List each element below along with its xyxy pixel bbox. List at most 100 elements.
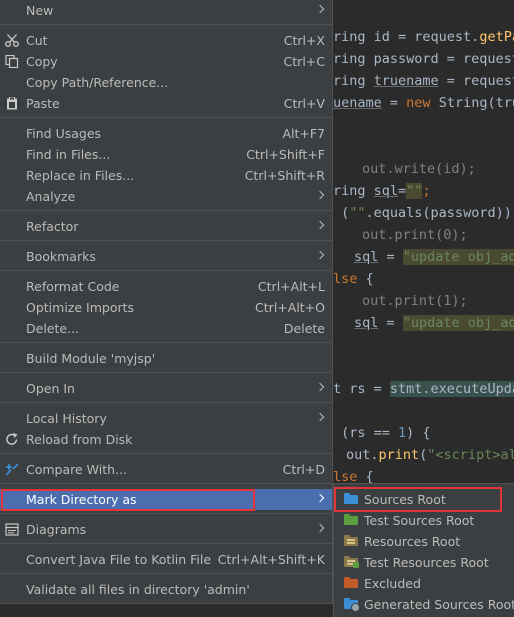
code-line: uename = new String(tru	[333, 95, 514, 111]
menu-item-label: Build Module 'myjsp'	[26, 351, 156, 366]
code-line: t rs = stmt.executeUpda	[333, 379, 514, 399]
code-line: ("".equals(password))	[333, 205, 512, 221]
menu-separator	[0, 543, 332, 544]
menu-separator	[0, 573, 332, 574]
menu-item-copy[interactable]: Copy Ctrl+C	[0, 51, 332, 72]
menu-item-local-history[interactable]: Local History	[0, 408, 332, 429]
code-line: out.write(id);	[362, 161, 476, 177]
code-line: out.print("<script>al	[346, 447, 514, 463]
code-line: (rs == 1) {	[333, 425, 431, 441]
test-sources-folder-icon	[344, 514, 358, 525]
menu-item-label: Diagrams	[26, 522, 87, 537]
menu-item-label: Open In	[26, 381, 75, 396]
menu-item-label: Refactor	[26, 219, 79, 234]
submenu-item-test-sources-root[interactable]: Test Sources Root	[334, 510, 514, 531]
test-resources-folder-icon	[344, 556, 359, 568]
menu-item-build-module[interactable]: Build Module 'myjsp'	[0, 348, 332, 369]
code-line: ring truename = request	[333, 73, 514, 89]
menu-item-label: Analyze	[26, 189, 76, 204]
menu-item-label: Local History	[26, 411, 107, 426]
menu-item-delete[interactable]: Delete... Delete	[0, 318, 332, 339]
code-line: ring id = request.getPa	[333, 29, 514, 45]
menu-item-bookmarks[interactable]: Bookmarks	[0, 246, 332, 267]
menu-item-shortcut: Ctrl+D	[282, 462, 325, 477]
menu-separator	[0, 372, 332, 373]
menu-item-shortcut: Alt+F7	[282, 126, 325, 141]
menu-item-analyze[interactable]: Analyze	[0, 186, 332, 207]
submenu-item-label: Excluded	[364, 576, 421, 591]
highlight-box	[1, 489, 255, 511]
menu-item-shortcut: Ctrl+Alt+L	[257, 279, 325, 294]
chevron-right-icon	[315, 493, 325, 503]
submenu-item-label: Test Sources Root	[364, 513, 475, 528]
code-line: sql = "update obj_ad	[354, 247, 514, 267]
menu-item-optimize-imports[interactable]: Optimize Imports Ctrl+Alt+O	[0, 297, 332, 318]
menu-item-reload-from-disk[interactable]: Reload from Disk	[0, 429, 332, 450]
menu-item-cut[interactable]: Cut Ctrl+X	[0, 30, 332, 51]
chevron-right-icon	[315, 523, 325, 533]
submenu-item-resources-root[interactable]: Resources Root	[334, 531, 514, 552]
menu-item-convert-java-to-kotlin[interactable]: Convert Java File to Kotlin File Ctrl+Al…	[0, 549, 332, 570]
menu-item-label: Paste	[26, 96, 60, 111]
menu-item-label: Find Usages	[26, 126, 102, 141]
menu-item-shortcut: Ctrl+Alt+O	[255, 300, 325, 315]
submenu-item-label: Resources Root	[364, 534, 461, 549]
menu-item-shortcut: Ctrl+V	[283, 96, 325, 111]
reload-icon	[6, 433, 18, 445]
menu-item-reformat-code[interactable]: Reformat Code Ctrl+Alt+L	[0, 276, 332, 297]
menu-item-shortcut: Ctrl+Shift+F	[246, 147, 325, 162]
menu-separator	[0, 240, 332, 241]
menu-item-open-in[interactable]: Open In	[0, 378, 332, 399]
menu-item-shortcut: Ctrl+C	[283, 54, 325, 69]
excluded-folder-icon	[344, 577, 358, 588]
menu-item-label: Replace in Files...	[26, 168, 135, 183]
chevron-right-icon	[315, 220, 325, 230]
menu-item-validate-all[interactable]: Validate all files in directory 'admin'	[0, 579, 332, 600]
resources-folder-icon	[344, 535, 358, 546]
chevron-right-icon	[315, 412, 325, 422]
submenu-item-label: Test Resources Root	[364, 555, 489, 570]
menu-item-label: Copy	[26, 54, 58, 69]
menu-item-copy-path[interactable]: Copy Path/Reference...	[0, 72, 332, 93]
menu-item-diagrams[interactable]: Diagrams	[0, 519, 332, 540]
scissors-icon	[5, 34, 19, 47]
menu-item-label: Cut	[26, 33, 48, 48]
chevron-right-icon	[315, 382, 325, 392]
menu-separator	[0, 24, 332, 25]
menu-item-replace-in-files[interactable]: Replace in Files... Ctrl+Shift+R	[0, 165, 332, 186]
menu-item-label: New	[26, 3, 54, 18]
menu-item-find-in-files[interactable]: Find in Files... Ctrl+Shift+F	[0, 144, 332, 165]
menu-item-compare-with[interactable]: Compare With... Ctrl+D	[0, 459, 332, 480]
chevron-right-icon	[315, 4, 325, 14]
menu-item-label: Delete...	[26, 321, 79, 336]
menu-separator	[0, 513, 332, 514]
code-line: sql = "update obj_ad	[354, 313, 514, 333]
menu-item-shortcut: Ctrl+Alt+Shift+K	[217, 552, 325, 567]
submenu-item-generated-sources-root[interactable]: Generated Sources Root	[334, 594, 514, 615]
code-line: ring password = request	[333, 51, 514, 67]
menu-item-paste[interactable]: Paste Ctrl+V	[0, 93, 332, 114]
menu-item-refactor[interactable]: Refactor	[0, 216, 332, 237]
menu-separator	[0, 453, 332, 454]
menu-separator	[0, 342, 332, 343]
submenu-item-label: Generated Sources Root	[364, 597, 514, 612]
chevron-right-icon	[315, 190, 325, 200]
menu-item-shortcut: Ctrl+Shift+R	[244, 168, 325, 183]
menu-item-label: Copy Path/Reference...	[26, 75, 169, 90]
menu-item-label: Compare With...	[26, 462, 127, 477]
menu-item-shortcut: Ctrl+X	[283, 33, 325, 48]
menu-item-new[interactable]: New	[0, 0, 332, 21]
menu-separator	[0, 270, 332, 271]
generated-sources-folder-icon	[344, 598, 360, 612]
submenu-item-excluded[interactable]: Excluded	[334, 573, 514, 594]
menu-separator	[0, 402, 332, 403]
code-line: ring sql="";	[333, 183, 431, 199]
menu-item-shortcut: Delete	[283, 321, 325, 336]
ide-window: ring id = request.getPa ring password = …	[0, 0, 514, 617]
chevron-right-icon	[315, 250, 325, 260]
menu-item-label: Validate all files in directory 'admin'	[26, 582, 250, 597]
submenu-item-test-resources-root[interactable]: Test Resources Root	[334, 552, 514, 573]
menu-item-find-usages[interactable]: Find Usages Alt+F7	[0, 123, 332, 144]
copy-icon	[5, 55, 19, 68]
mark-directory-submenu: Sources Root Test Sources Root Resources…	[333, 483, 514, 617]
